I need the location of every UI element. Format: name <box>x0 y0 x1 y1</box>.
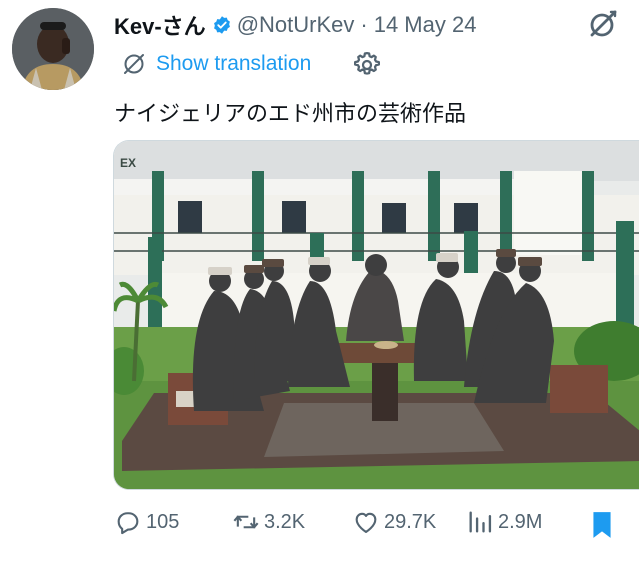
avatar[interactable] <box>12 8 94 90</box>
repost-button[interactable]: 3.2K <box>232 508 305 536</box>
avatar-image <box>12 8 94 90</box>
like-count: 29.7K <box>384 510 437 533</box>
verified-badge-icon <box>213 16 230 34</box>
tweet-text: ナイジェリアのエド州市の芸術作品 <box>114 101 467 126</box>
heart-icon <box>355 512 377 533</box>
views-icon <box>469 511 492 533</box>
building-sign-text: EX <box>120 156 136 170</box>
reply-icon <box>117 512 139 535</box>
show-translation-label[interactable]: Show translation <box>156 52 311 76</box>
repost-icon <box>233 515 259 529</box>
show-translation-link[interactable]: Show translation <box>122 52 311 76</box>
author-name[interactable]: Kev-さん <box>114 9 206 41</box>
separator-dot: · <box>360 12 368 37</box>
grok-icon[interactable] <box>587 8 619 40</box>
views-button[interactable]: 2.9M <box>466 508 542 536</box>
reply-button[interactable]: 105 <box>114 508 179 536</box>
tweet-actions: 105 3.2K 29.7K 2.9M <box>114 508 624 544</box>
repost-count: 3.2K <box>264 510 306 533</box>
reply-count: 105 <box>146 510 180 533</box>
gear-icon[interactable] <box>352 50 382 80</box>
author-handle[interactable]: @NotUrKev <box>237 12 355 38</box>
tweet-media[interactable]: EX <box>113 140 639 490</box>
tweet-date[interactable]: 14 May 24 <box>374 12 477 38</box>
bookmark-icon[interactable] <box>589 510 615 540</box>
sculpture-photo: EX <box>114 141 639 489</box>
views-count: 2.9M <box>498 510 543 533</box>
tweet-header: Kev-さん @NotUrKev · 14 May 24 <box>114 10 476 40</box>
translate-globe-icon <box>124 54 144 74</box>
like-button[interactable]: 29.7K <box>352 508 436 536</box>
